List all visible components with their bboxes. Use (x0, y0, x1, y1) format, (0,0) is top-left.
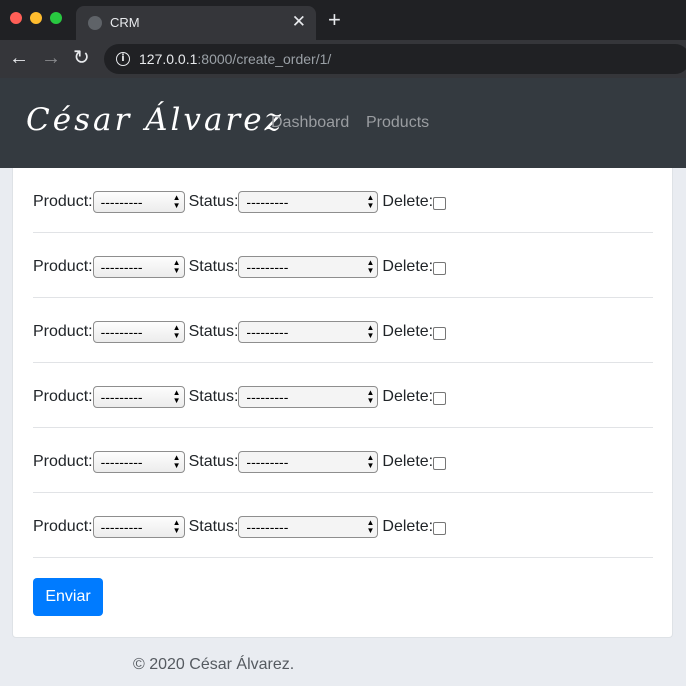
delete-checkbox[interactable] (433, 456, 447, 470)
close-window-button[interactable] (10, 12, 22, 24)
status-select[interactable]: --------- ▲ ▼ (238, 516, 379, 538)
delete-label: Delete: (382, 193, 434, 210)
status-label: Status: (188, 193, 239, 210)
product-select[interactable]: --------- ▲ ▼ (92, 516, 185, 538)
delete-label: Delete: (382, 453, 434, 470)
tab-title: CRM (110, 15, 140, 30)
status-select[interactable]: --------- ▲ ▼ (238, 256, 379, 278)
order-form-card: Product: --------- ▲ ▼ Status: --------- ▲ ▼… (12, 168, 673, 638)
browser-toolbar: ← → ↻ i 127.0.0.1:8000/create_order/1/ (0, 40, 686, 78)
product-select[interactable]: --------- ▲ ▼ (92, 451, 185, 473)
select-arrows-icon: ▲ ▼ (366, 388, 375, 405)
status-select[interactable]: --------- ▲ ▼ (238, 451, 379, 473)
select-arrows-icon: ▲ ▼ (366, 193, 375, 210)
maximize-window-button[interactable] (50, 12, 62, 24)
select-arrows-icon: ▲ ▼ (172, 518, 181, 535)
select-arrows-icon: ▲ ▼ (366, 323, 375, 340)
form-row: Product: --------- ▲ ▼ Status: --------- ▲ ▼… (33, 233, 653, 298)
new-tab-button[interactable]: + (328, 8, 341, 32)
minimize-window-button[interactable] (30, 12, 42, 24)
forward-arrow-icon[interactable]: → (41, 47, 61, 69)
delete-checkbox[interactable] (433, 261, 447, 275)
select-arrows-icon: ▲ ▼ (366, 453, 375, 470)
close-icon[interactable]: ✕ (292, 12, 306, 32)
form-row: Product: --------- ▲ ▼ Status: --------- ▲ ▼… (33, 428, 653, 493)
back-arrow-icon[interactable]: ← (9, 47, 29, 69)
globe-icon (88, 16, 102, 30)
select-arrows-icon: ▲ ▼ (172, 388, 181, 405)
browser-tab-bar: CRM ✕ + (0, 0, 686, 40)
status-label: Status: (188, 323, 239, 340)
site-navbar: César Álvarez Dashboard Products (0, 78, 686, 168)
delete-checkbox[interactable] (433, 326, 447, 340)
url-text: 127.0.0.1:8000/create_order/1/ (139, 51, 332, 67)
product-select[interactable]: --------- ▲ ▼ (92, 191, 185, 213)
product-label: Product: (33, 193, 93, 210)
address-bar[interactable]: i 127.0.0.1:8000/create_order/1/ (104, 44, 686, 74)
delete-label: Delete: (382, 258, 434, 275)
product-select[interactable]: --------- ▲ ▼ (92, 321, 185, 343)
product-select[interactable]: --------- ▲ ▼ (92, 256, 185, 278)
select-arrows-icon: ▲ ▼ (366, 258, 375, 275)
product-select[interactable]: --------- ▲ ▼ (92, 386, 185, 408)
reload-icon[interactable]: ↻ (73, 47, 90, 69)
product-label: Product: (33, 323, 93, 340)
delete-checkbox[interactable] (433, 391, 447, 405)
brand-logo[interactable]: César Álvarez (26, 102, 284, 138)
delete-checkbox[interactable] (433, 196, 447, 210)
product-label: Product: (33, 258, 93, 275)
footer-copyright: © 2020 César Álvarez. (133, 656, 295, 673)
status-label: Status: (188, 388, 239, 405)
product-label: Product: (33, 518, 93, 535)
status-select[interactable]: --------- ▲ ▼ (238, 321, 379, 343)
form-row: Product: --------- ▲ ▼ Status: --------- ▲ ▼… (33, 493, 653, 558)
select-arrows-icon: ▲ ▼ (172, 453, 181, 470)
product-label: Product: (33, 453, 93, 470)
form-row: Product: --------- ▲ ▼ Status: --------- ▲ ▼… (33, 168, 653, 233)
select-arrows-icon: ▲ ▼ (172, 258, 181, 275)
status-label: Status: (188, 518, 239, 535)
delete-label: Delete: (382, 388, 434, 405)
form-row: Product: --------- ▲ ▼ Status: --------- ▲ ▼… (33, 298, 653, 363)
info-icon[interactable]: i (116, 52, 130, 66)
status-select[interactable]: --------- ▲ ▼ (238, 386, 379, 408)
select-arrows-icon: ▲ ▼ (172, 323, 181, 340)
select-arrows-icon: ▲ ▼ (172, 193, 181, 210)
nav-link-dashboard[interactable]: Dashboard (271, 114, 349, 132)
delete-label: Delete: (382, 323, 434, 340)
status-label: Status: (188, 258, 239, 275)
status-select[interactable]: --------- ▲ ▼ (238, 191, 379, 213)
delete-label: Delete: (382, 518, 434, 535)
select-arrows-icon: ▲ ▼ (366, 518, 375, 535)
delete-checkbox[interactable] (433, 521, 447, 535)
nav-link-products[interactable]: Products (366, 114, 429, 132)
submit-button[interactable]: Enviar (33, 578, 103, 616)
form-row: Product: --------- ▲ ▼ Status: --------- ▲ ▼… (33, 363, 653, 428)
product-label: Product: (33, 388, 93, 405)
browser-tab[interactable]: CRM ✕ (76, 6, 316, 40)
status-label: Status: (188, 453, 239, 470)
